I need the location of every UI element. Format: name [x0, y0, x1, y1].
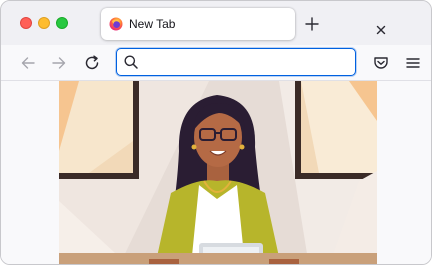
- address-bar[interactable]: [116, 48, 356, 76]
- address-input[interactable]: [143, 53, 348, 71]
- window-zoom-button[interactable]: [56, 17, 68, 29]
- navigation-toolbar: [1, 45, 431, 81]
- reload-icon: [85, 55, 99, 70]
- page-content: [1, 81, 431, 264]
- browser-window: New Tab: [0, 0, 432, 265]
- close-icon[interactable]: [373, 22, 389, 38]
- forward-button[interactable]: [49, 53, 69, 73]
- window-close-button[interactable]: [20, 17, 32, 29]
- pocket-icon: [374, 57, 388, 69]
- arrow-left-icon: [21, 57, 35, 69]
- window-minimize-button[interactable]: [38, 17, 50, 29]
- content-margin-right: [377, 81, 431, 264]
- content-margin-left: [1, 81, 59, 264]
- tab-strip: New Tab: [1, 1, 431, 45]
- arrow-right-icon: [52, 57, 66, 69]
- pocket-button[interactable]: [371, 53, 391, 73]
- back-button[interactable]: [18, 53, 38, 73]
- new-tab-plus-icon[interactable]: [304, 16, 320, 32]
- app-menu-button[interactable]: [403, 53, 423, 73]
- tab-new-tab[interactable]: New Tab: [101, 8, 386, 40]
- tab-title: New Tab: [129, 17, 176, 31]
- firefox-icon: [109, 17, 123, 31]
- search-icon: [124, 55, 138, 69]
- hamburger-menu-icon: [406, 58, 420, 68]
- illustration-woman-at-laptop: [59, 81, 377, 264]
- reload-button[interactable]: [82, 53, 102, 73]
